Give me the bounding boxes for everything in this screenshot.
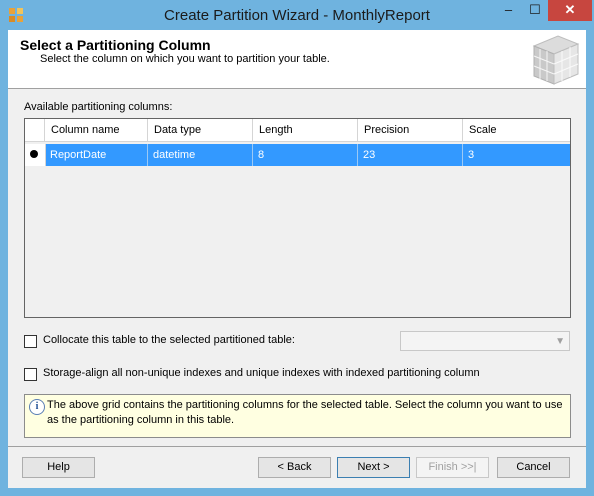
collocate-label: Collocate this table to the selected par…: [43, 334, 295, 346]
cell-column-name[interactable]: ReportDate: [45, 144, 148, 166]
page-title: Select a Partitioning Column: [20, 37, 211, 53]
cell-precision[interactable]: 23: [358, 144, 463, 166]
help-button[interactable]: Help: [22, 457, 95, 478]
maximize-button[interactable]: ☐: [522, 0, 548, 21]
grid-header: Column name Data type Length Precision S…: [25, 119, 570, 142]
next-button[interactable]: Next >: [337, 457, 410, 478]
partitioning-columns-grid[interactable]: Column name Data type Length Precision S…: [24, 118, 571, 318]
available-columns-label: Available partitioning columns:: [24, 101, 173, 113]
close-button[interactable]: ✕: [548, 0, 592, 21]
chevron-down-icon[interactable]: ▼: [555, 336, 565, 347]
minimize-button[interactable]: –: [495, 0, 522, 21]
wizard-window: Create Partition Wizard - MonthlyReport …: [0, 0, 594, 496]
cell-data-type[interactable]: datetime: [148, 144, 253, 166]
column-header-name[interactable]: Column name: [45, 119, 148, 141]
cube-icon: [532, 35, 580, 85]
storage-align-label: Storage-align all non-unique indexes and…: [43, 367, 480, 379]
wizard-body: Select a Partitioning Column Select the …: [8, 30, 586, 488]
column-header-length[interactable]: Length: [253, 119, 358, 141]
info-panel: i The above grid contains the partitioni…: [24, 394, 571, 438]
column-header-scale[interactable]: Scale: [463, 119, 570, 141]
page-subtitle: Select the column on which you want to p…: [40, 53, 330, 65]
cell-scale[interactable]: 3: [463, 144, 570, 166]
page-header: Select a Partitioning Column Select the …: [8, 30, 586, 89]
info-icon: i: [29, 399, 45, 415]
back-button[interactable]: < Back: [258, 457, 331, 478]
title-bar[interactable]: Create Partition Wizard - MonthlyReport …: [0, 0, 594, 30]
column-header-precision[interactable]: Precision: [358, 119, 463, 141]
collocate-checkbox[interactable]: [24, 335, 37, 348]
storage-align-checkbox[interactable]: [24, 368, 37, 381]
footer-divider: [8, 446, 586, 447]
selected-radio-icon: [30, 150, 38, 158]
finish-button[interactable]: Finish >>|: [416, 457, 489, 478]
cancel-button[interactable]: Cancel: [497, 457, 570, 478]
row-selector[interactable]: [25, 144, 46, 166]
cell-length[interactable]: 8: [253, 144, 358, 166]
grid-header-selector: [25, 119, 45, 141]
collocate-table-select[interactable]: ▼: [400, 331, 570, 351]
column-header-datatype[interactable]: Data type: [148, 119, 253, 141]
info-message: The above grid contains the partitioning…: [47, 399, 563, 426]
table-row[interactable]: ReportDate datetime 8 23 3: [25, 144, 570, 166]
